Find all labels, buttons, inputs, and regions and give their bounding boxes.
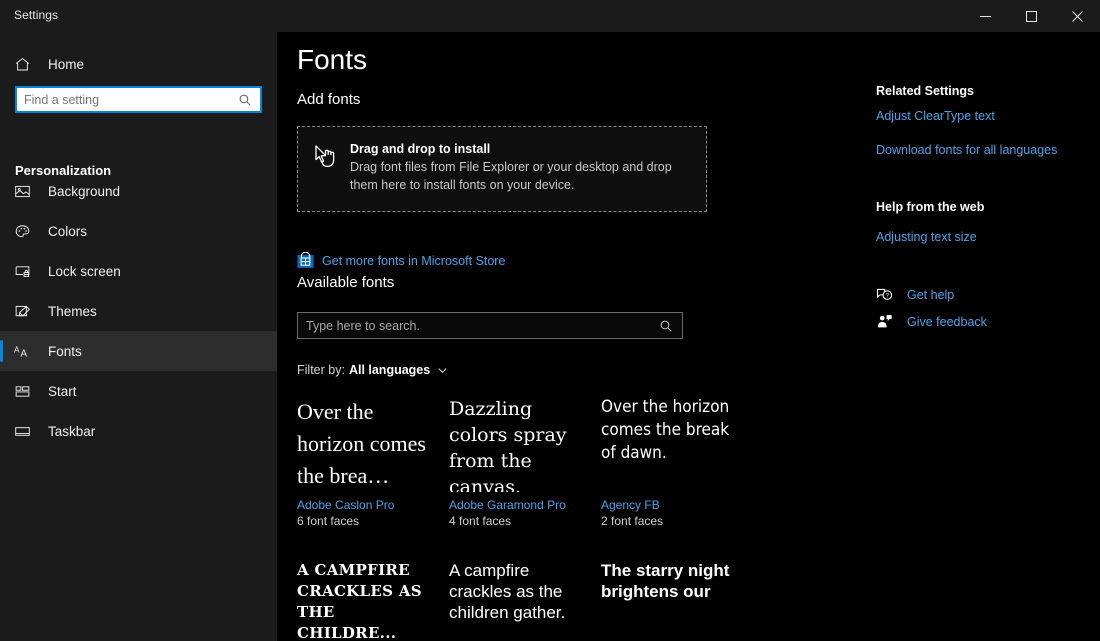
font-row: Over the horizon comes the brea… Adobe C… <box>297 396 757 528</box>
add-fonts-heading: Add fonts <box>297 91 360 108</box>
settings-window: Settings <box>0 0 1100 641</box>
close-icon <box>1072 11 1083 22</box>
drag-hand-cursor-icon <box>312 141 350 178</box>
dropzone-text: Drag and drop to install Drag font files… <box>350 141 694 194</box>
minimize-icon <box>980 11 991 22</box>
svg-text:A: A <box>14 345 20 354</box>
minimize-button[interactable] <box>962 0 1008 32</box>
sidebar-item-start-label: Start <box>48 384 77 399</box>
get-help-row[interactable]: ? Get help <box>876 286 954 303</box>
give-feedback-icon <box>876 313 893 330</box>
palette-icon <box>14 223 40 240</box>
main-content: Fonts Add fonts Drag and drop to install… <box>277 32 1100 641</box>
get-more-fonts-link-row[interactable]: Get more fonts in Microsoft Store <box>297 252 505 269</box>
font-preview-text: Dazzling colors spray from the canvas. <box>449 396 601 492</box>
home-icon <box>14 56 40 73</box>
font-name-link[interactable]: Adobe Garamond Pro <box>449 498 601 512</box>
font-card[interactable]: Dazzling colors spray from the canvas. A… <box>449 396 601 528</box>
picture-icon <box>14 183 40 200</box>
sidebar-item-themes[interactable]: Themes <box>0 291 277 331</box>
font-card[interactable]: A CAMPFIRE CRACKLES AS THE CHILDRE... <box>297 560 449 640</box>
filter-by-label: Filter by: <box>297 363 345 377</box>
settings-search-input[interactable] <box>17 93 238 107</box>
window-controls <box>962 0 1100 32</box>
microsoft-store-icon <box>297 252 314 269</box>
sidebar-item-colors[interactable]: Colors <box>0 211 277 251</box>
svg-text:A: A <box>21 348 28 359</box>
taskbar-icon <box>14 423 40 440</box>
page-title: Fonts <box>297 44 367 76</box>
give-feedback-link[interactable]: Give feedback <box>907 315 987 329</box>
filter-by-value: All languages <box>349 363 430 377</box>
font-preview-text: A CAMPFIRE CRACKLES AS THE CHILDRE... <box>297 560 449 640</box>
dropzone-description: Drag font files from File Explorer or yo… <box>350 158 694 194</box>
adjusting-text-size-link[interactable]: Adjusting text size <box>876 230 977 244</box>
sidebar-item-start[interactable]: Start <box>0 371 277 411</box>
font-search-box[interactable] <box>297 312 683 339</box>
download-fonts-all-languages-link[interactable]: Download fonts for all languages <box>876 143 1057 157</box>
font-name-link[interactable]: Adobe Caslon Pro <box>297 498 449 512</box>
sidebar-item-background-label: Background <box>48 184 120 199</box>
dropzone-title: Drag and drop to install <box>350 142 694 156</box>
font-card[interactable]: The starry night brightens our <box>601 560 753 640</box>
maximize-button[interactable] <box>1008 0 1054 32</box>
give-feedback-row[interactable]: Give feedback <box>876 313 987 330</box>
maximize-icon <box>1026 11 1037 22</box>
help-from-web-heading: Help from the web <box>876 200 984 214</box>
sidebar-item-themes-label: Themes <box>48 304 97 319</box>
sidebar-nav-list: Background Colors <box>0 171 277 451</box>
font-preview-text: The starry night brightens our <box>601 560 753 640</box>
sidebar-item-home-label: Home <box>48 57 84 72</box>
search-icon <box>238 93 260 107</box>
start-tiles-icon <box>14 383 40 400</box>
font-preview-text: Over the horizon comes the break of dawn… <box>601 396 753 492</box>
font-card[interactable]: A campfire crackles as the children gath… <box>449 560 601 640</box>
font-grid: Over the horizon comes the brea… Adobe C… <box>297 396 757 640</box>
sidebar-item-taskbar-label: Taskbar <box>48 424 95 439</box>
font-card[interactable]: Over the horizon comes the brea… Adobe C… <box>297 396 449 528</box>
sidebar-item-lock-screen-label: Lock screen <box>48 264 121 279</box>
font-search-input[interactable] <box>298 319 659 333</box>
sidebar-item-fonts[interactable]: A A Fonts <box>0 331 277 371</box>
sidebar-item-background[interactable]: Background <box>0 171 277 211</box>
lock-screen-icon <box>14 263 40 280</box>
related-settings-heading: Related Settings <box>876 84 974 98</box>
font-faces-count: 2 font faces <box>601 514 753 528</box>
font-dropzone[interactable]: Drag and drop to install Drag font files… <box>297 126 707 212</box>
font-faces-count: 4 font faces <box>449 514 601 528</box>
settings-search-box[interactable] <box>15 86 262 113</box>
font-preview-text: Over the horizon comes the brea… <box>297 396 449 492</box>
sidebar-item-colors-label: Colors <box>48 224 87 239</box>
sidebar-item-lock-screen[interactable]: Lock screen <box>0 251 277 291</box>
title-bar: Settings <box>0 0 1100 32</box>
chevron-down-icon <box>437 365 448 376</box>
get-help-link[interactable]: Get help <box>907 288 954 302</box>
window-title: Settings <box>14 8 58 22</box>
available-fonts-heading: Available fonts <box>297 274 394 291</box>
search-icon <box>659 319 682 333</box>
get-help-icon: ? <box>876 286 893 303</box>
adjust-cleartype-link[interactable]: Adjust ClearType text <box>876 109 995 123</box>
sidebar-item-home[interactable]: Home <box>0 44 277 84</box>
close-button[interactable] <box>1054 0 1100 32</box>
fonts-aa-icon: A A <box>14 343 40 360</box>
themes-brush-icon <box>14 303 40 320</box>
sidebar: Home Personalization Background <box>0 32 277 641</box>
sidebar-item-taskbar[interactable]: Taskbar <box>0 411 277 451</box>
font-preview-text: A campfire crackles as the children gath… <box>449 560 601 640</box>
font-card[interactable]: Over the horizon comes the break of dawn… <box>601 396 753 528</box>
sidebar-item-fonts-label: Fonts <box>48 344 82 359</box>
font-faces-count: 6 font faces <box>297 514 449 528</box>
font-name-link[interactable]: Agency FB <box>601 498 753 512</box>
filter-by-dropdown[interactable]: Filter by: All languages <box>297 363 448 377</box>
get-more-fonts-link[interactable]: Get more fonts in Microsoft Store <box>322 254 505 268</box>
font-row: A CAMPFIRE CRACKLES AS THE CHILDRE... A … <box>297 560 757 640</box>
